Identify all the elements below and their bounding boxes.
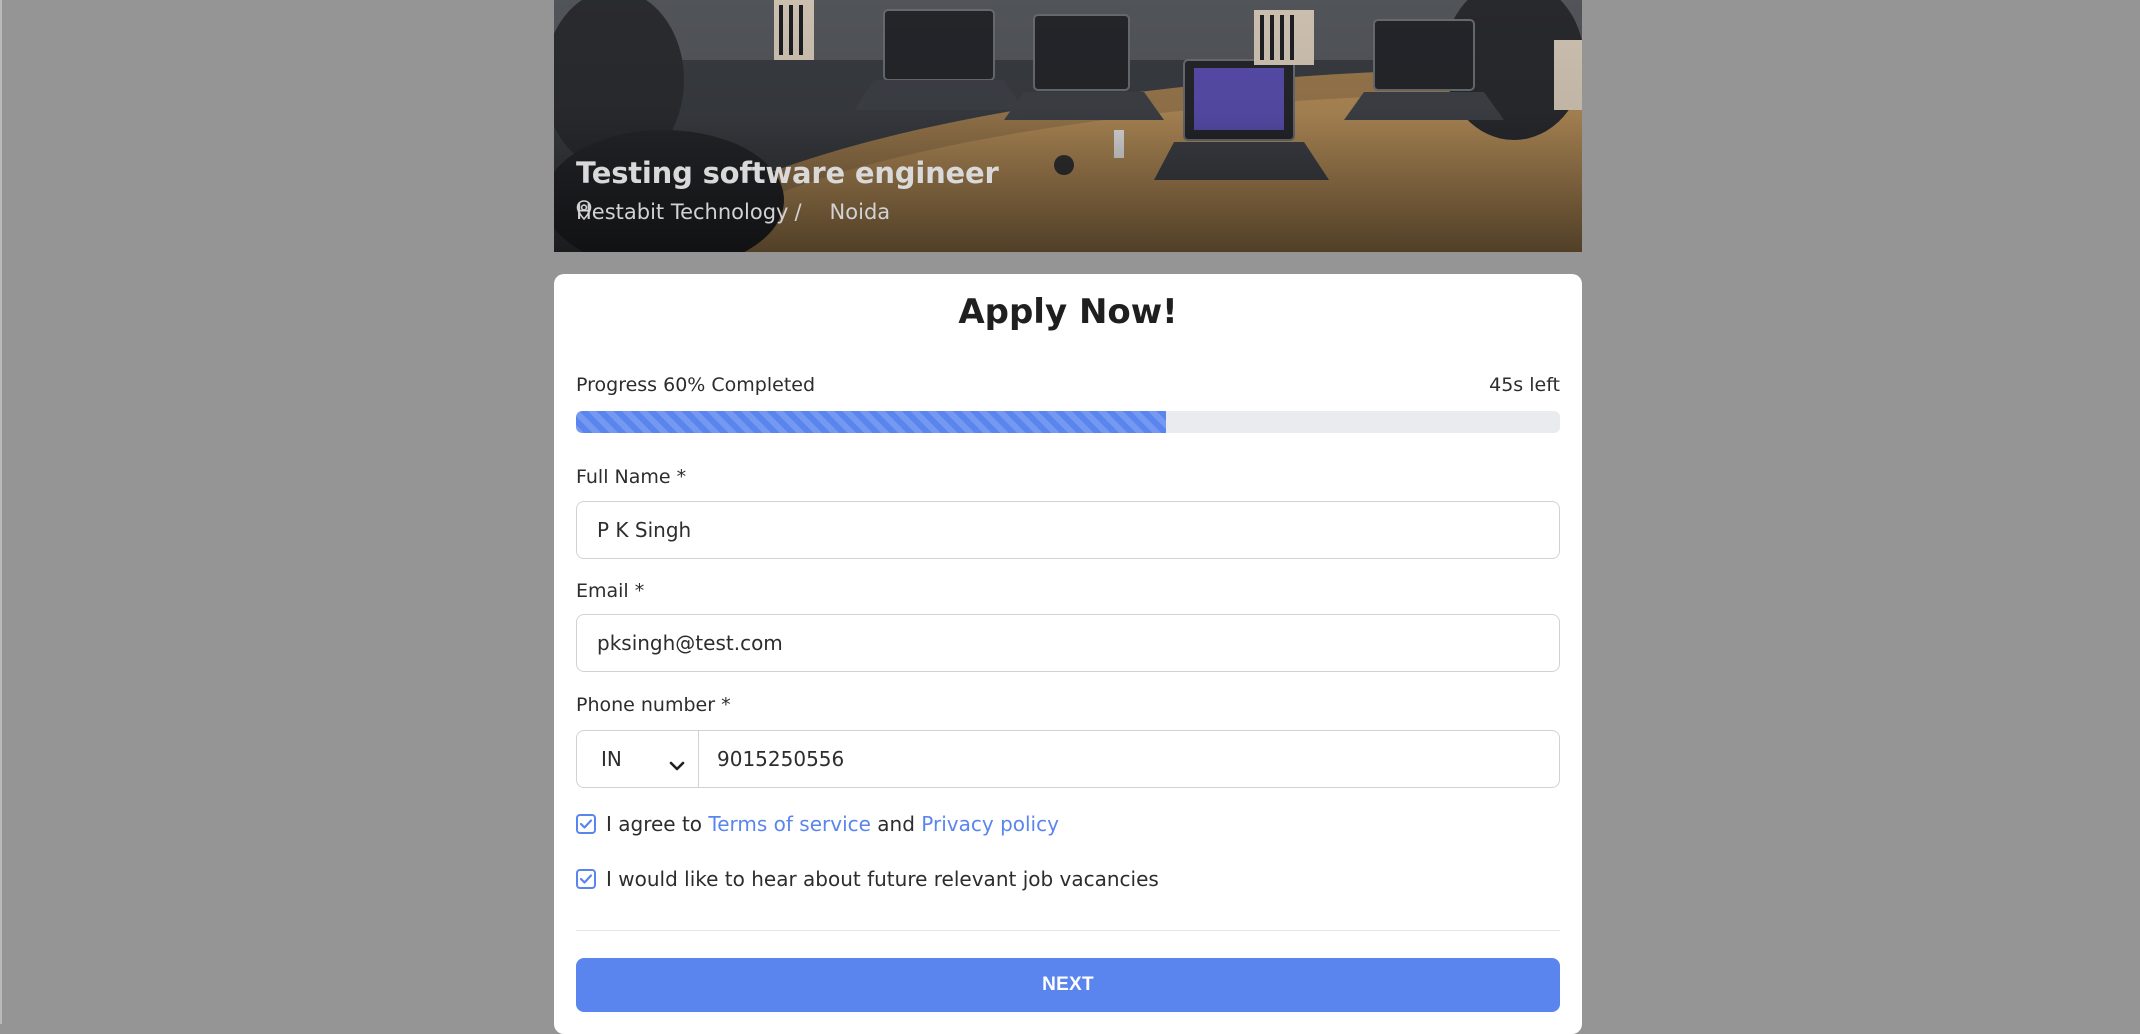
job-alerts-checkbox[interactable]	[576, 869, 596, 889]
terms-checkbox[interactable]	[576, 814, 596, 834]
map-pin-icon	[576, 200, 824, 223]
company-name: Hestabit Technology	[576, 200, 789, 224]
meta-separator: /	[794, 200, 802, 224]
country-code-value: IN	[601, 747, 622, 771]
job-hero-banner: Testing software engineer Hestabit Techn…	[554, 0, 1582, 252]
page-edge	[0, 0, 2, 1024]
phone-number-input[interactable]	[699, 731, 1559, 787]
job-location: Noida	[829, 200, 891, 224]
application-form-card: Apply Now! Progress 60% Completed 45s le…	[554, 274, 1582, 1034]
time-left: 45s left	[1489, 374, 1560, 396]
privacy-policy-link[interactable]: Privacy policy	[921, 812, 1059, 836]
phone-label: Phone number *	[576, 694, 731, 716]
email-label: Email *	[576, 580, 645, 602]
form-divider	[576, 930, 1560, 931]
check-icon	[579, 874, 593, 884]
terms-consent: I agree to Terms of service and Privacy …	[576, 812, 1059, 836]
progress-bar	[576, 411, 1560, 433]
terms-of-service-link[interactable]: Terms of service	[708, 812, 871, 836]
terms-conjunction: and	[877, 812, 915, 836]
full-name-label: Full Name *	[576, 466, 687, 488]
form-heading: Apply Now!	[958, 292, 1178, 332]
check-icon	[579, 819, 593, 829]
progress-label: Progress 60% Completed	[576, 374, 816, 396]
terms-prefix: I agree to	[606, 812, 703, 836]
progress-bar-fill	[576, 411, 1167, 433]
next-button[interactable]: NEXT	[576, 958, 1560, 1012]
full-name-input[interactable]	[576, 501, 1560, 559]
email-input[interactable]	[576, 614, 1560, 672]
job-meta: Hestabit Technology / Noida	[576, 200, 890, 224]
job-title: Testing software engineer	[576, 156, 999, 190]
country-code-select[interactable]: IN	[577, 731, 699, 787]
chevron-down-icon	[668, 753, 686, 771]
job-alerts-label: I would like to hear about future releva…	[606, 867, 1159, 891]
phone-field: IN	[576, 730, 1560, 788]
job-alerts-consent: I would like to hear about future releva…	[576, 867, 1159, 891]
